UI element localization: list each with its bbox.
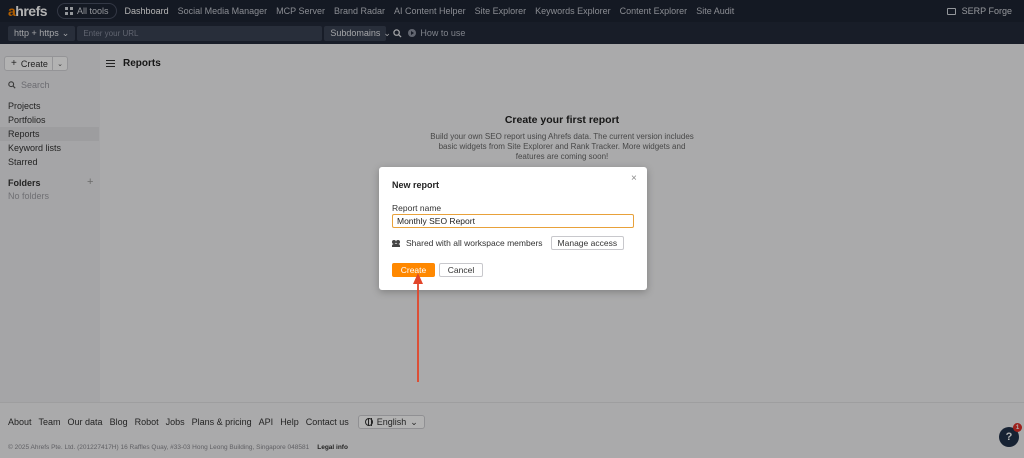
manage-access-button[interactable]: Manage access (550, 236, 625, 250)
sharing-row: Shared with all workspace members Manage… (392, 236, 625, 250)
sharing-text: Shared with all workspace members (406, 238, 543, 248)
close-icon[interactable]: × (631, 173, 637, 184)
annotation-arrow (413, 273, 423, 382)
report-name-input[interactable] (392, 214, 634, 228)
report-name-label: Report name (392, 203, 442, 213)
dialog-title: New report (392, 180, 440, 190)
people-icon (392, 239, 401, 247)
cancel-button[interactable]: Cancel (439, 263, 483, 277)
